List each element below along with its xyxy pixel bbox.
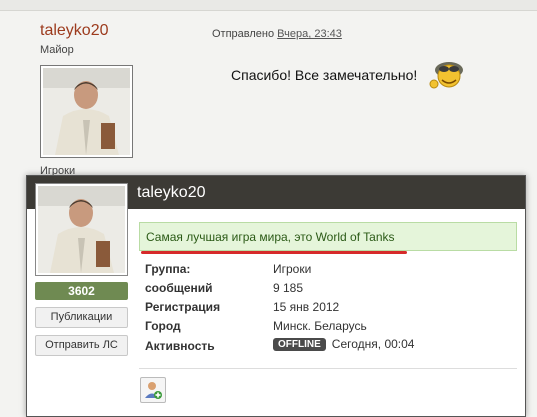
last-activity-time: Сегодня, 00:04 (331, 337, 415, 351)
author-name-link[interactable]: taleyko20 (40, 22, 109, 40)
publications-button[interactable]: Публикации (35, 307, 128, 328)
status-underline-mark (141, 251, 407, 254)
divider (139, 368, 517, 369)
user-hovercard: taleyko20 3602 Публикации Отправить ЛС С… (26, 175, 526, 417)
add-friend-button[interactable] (140, 377, 166, 403)
field-value-city: Минск. Беларусь (273, 319, 367, 333)
author-avatar[interactable] (40, 65, 133, 158)
avatar-photo (38, 186, 125, 273)
hovercard-username[interactable]: taleyko20 (137, 184, 206, 202)
field-value-posts: 9 185 (273, 281, 304, 295)
field-value-activity: OFFLINE Сегодня, 00:04 (273, 337, 414, 351)
field-value-group: Игроки (273, 262, 312, 276)
user-status-box: Самая лучшая игра мира, это World of Tan… (139, 222, 517, 251)
reputation-badge: 3602 (35, 282, 128, 300)
send-pm-button[interactable]: Отправить ЛС (35, 335, 128, 356)
offline-badge: OFFLINE (273, 338, 326, 351)
post-date-link[interactable]: Вчера, 23:43 (277, 28, 342, 40)
post-message: Спасибо! Все замечательно! (231, 67, 418, 83)
smiley-icon (429, 62, 463, 89)
field-label-activity: Активность (145, 339, 215, 353)
field-label-group: Группа: (145, 262, 191, 276)
field-value-registration: 15 янв 2012 (273, 300, 340, 314)
posted-label: Отправлено (212, 28, 275, 40)
top-divider (0, 0, 537, 11)
add-friend-icon (145, 382, 162, 399)
avatar-photo (43, 68, 130, 155)
user-status-text: Самая лучшая игра мира, это World of Tan… (146, 230, 395, 244)
hovercard-avatar[interactable] (35, 183, 128, 276)
field-label-registration: Регистрация (145, 300, 221, 314)
field-label-city: Город (145, 319, 181, 333)
field-label-posts: сообщений (145, 281, 213, 295)
post-date: Отправлено Вчера, 23:43 (212, 28, 342, 40)
author-rank: Майор (40, 44, 74, 56)
